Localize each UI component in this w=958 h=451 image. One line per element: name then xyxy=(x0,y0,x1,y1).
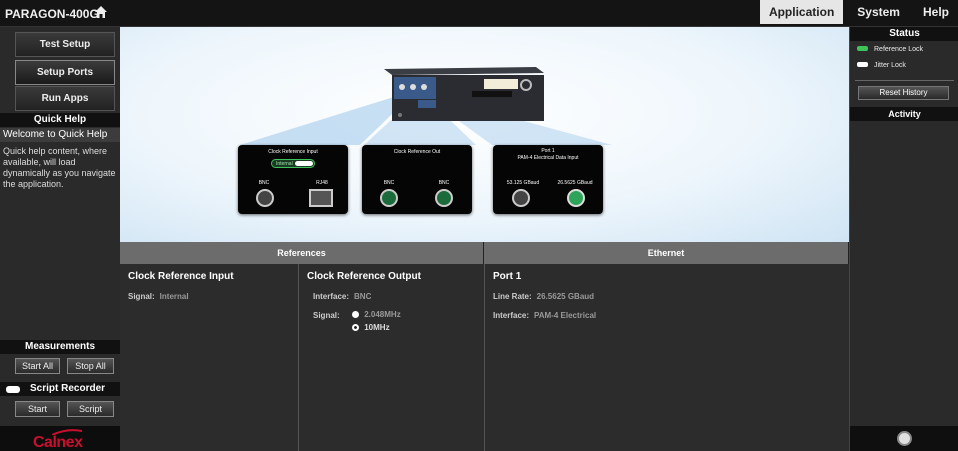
section-tabs: References Ethernet xyxy=(120,242,849,264)
toggle-label: Internal xyxy=(276,161,293,167)
interface-value: PAM-4 Electrical xyxy=(534,311,597,320)
light-beams xyxy=(240,95,612,145)
radio-10mhz[interactable]: 10MHz xyxy=(352,323,390,332)
start-button[interactable]: Start xyxy=(15,401,60,417)
setup-ports-button[interactable]: Setup Ports xyxy=(15,60,115,85)
script-button[interactable]: Script xyxy=(67,401,114,417)
interface-row: Interface: BNC xyxy=(313,292,371,301)
script-recorder-label: Script Recorder xyxy=(30,383,106,394)
signal-value: Internal xyxy=(159,292,189,301)
radio-2048mhz[interactable]: 2.048MHz xyxy=(352,310,401,319)
paragon-device-icon xyxy=(384,67,544,121)
rj48-port-icon[interactable] xyxy=(309,189,333,207)
internal-toggle[interactable]: Internal xyxy=(271,159,315,168)
calnex-logo: Calnex xyxy=(0,426,120,451)
bnc-port-icon[interactable] xyxy=(256,189,274,207)
top-bar: PARAGON-400G Application System Help xyxy=(0,0,958,27)
top-nav: Application System Help xyxy=(759,0,958,27)
port-label: 53.125 GBaud xyxy=(506,180,540,186)
clock-ref-out-card[interactable]: Clock Reference Out BNC BNC xyxy=(362,145,472,214)
line-rate-row: Line Rate: 26.5625 GBaud xyxy=(493,292,594,301)
led-white-icon xyxy=(857,62,868,67)
left-panel: Test Setup Setup Ports Run Apps Quick He… xyxy=(0,27,120,451)
measurements-header: Measurements xyxy=(0,340,120,354)
status-header: Status xyxy=(850,27,958,41)
test-setup-button[interactable]: Test Setup xyxy=(15,32,115,57)
nav-system[interactable]: System xyxy=(843,0,914,24)
script-recorder-toggle[interactable] xyxy=(6,386,20,393)
port-label: 26.5625 GBaud xyxy=(557,180,593,186)
quick-help-header: Quick Help xyxy=(0,113,120,127)
nav-help[interactable]: Help xyxy=(914,0,958,24)
port-label: RJ48 xyxy=(316,180,328,186)
card-title: Clock Reference Input xyxy=(268,149,318,155)
status-label: Jitter Lock xyxy=(874,62,906,69)
reference-lock-status: Reference Lock xyxy=(857,46,923,53)
line-rate-label: Line Rate: xyxy=(493,292,532,301)
bnc-port-icon[interactable] xyxy=(380,189,398,207)
port-label: BNC xyxy=(258,180,270,186)
jitter-lock-status: Jitter Lock xyxy=(857,62,906,69)
app-title: PARAGON-400G xyxy=(5,7,99,21)
logo-text: Calnex xyxy=(33,434,83,451)
port1-card[interactable]: Port 1 PAM-4 Electrical Data Input 53.12… xyxy=(493,145,603,214)
right-panel: Status Reference Lock Jitter Lock Reset … xyxy=(849,27,958,451)
activity-header: Activity xyxy=(850,107,958,121)
column-title: Port 1 xyxy=(493,271,522,282)
clock-ref-input-column: Clock Reference Input Signal: Internal xyxy=(120,264,299,451)
toggle-knob xyxy=(295,161,313,166)
card-title: Port 1 xyxy=(541,148,555,154)
column-title: Clock Reference Input xyxy=(128,271,234,282)
port-label: BNC xyxy=(383,180,395,186)
card-subtitle: PAM-4 Electrical Data Input xyxy=(517,155,579,161)
interface-label: Interface: xyxy=(493,311,530,320)
stop-all-button[interactable]: Stop All xyxy=(67,358,114,374)
quick-help-title: Welcome to Quick Help xyxy=(0,128,120,142)
tab-ethernet[interactable]: Ethernet xyxy=(484,242,849,264)
home-icon[interactable] xyxy=(94,5,108,19)
power-icon[interactable] xyxy=(897,431,912,446)
port-label: BNC xyxy=(438,180,450,186)
signal-label: Signal: xyxy=(313,311,340,320)
divider xyxy=(855,80,954,81)
nav-application[interactable]: Application xyxy=(759,0,844,24)
start-all-button[interactable]: Start All xyxy=(15,358,60,374)
details-panel: Clock Reference Input Signal: Internal Cl… xyxy=(120,264,849,451)
column-title: Clock Reference Output xyxy=(307,271,421,282)
tab-references[interactable]: References xyxy=(120,242,484,264)
signal-row: Signal: Internal xyxy=(128,292,189,301)
reset-history-button[interactable]: Reset History xyxy=(858,86,949,100)
radio-label: 2.048MHz xyxy=(364,310,401,319)
radio-circle-icon[interactable] xyxy=(352,311,359,318)
port-diagram: Clock Reference Input Internal BNC RJ48 … xyxy=(120,27,849,242)
app-root: PARAGON-400G Application System Help Tes… xyxy=(0,0,958,451)
status-label: Reference Lock xyxy=(874,46,924,53)
led-green-icon xyxy=(857,46,868,51)
bnc-port-icon[interactable] xyxy=(435,189,453,207)
interface-label: Interface: xyxy=(313,292,350,301)
port1-column: Port 1 Line Rate: 26.5625 GBaud Interface… xyxy=(485,264,849,451)
radio-selected-icon[interactable] xyxy=(352,324,359,331)
quick-help-body: Quick help content, where available, wil… xyxy=(3,146,116,189)
clock-ref-input-card[interactable]: Clock Reference Input Internal BNC RJ48 xyxy=(238,145,348,214)
interface-value: BNC xyxy=(354,292,372,301)
line-rate-value: 26.5625 GBaud xyxy=(536,292,595,301)
radio-label: 10MHz xyxy=(364,323,390,332)
port-53g-icon[interactable] xyxy=(512,189,530,207)
port-26g-icon[interactable] xyxy=(567,189,585,207)
clock-ref-output-column: Clock Reference Output Interface: BNC Sig… xyxy=(299,264,485,451)
power-area xyxy=(850,426,958,451)
card-title: Clock Reference Out xyxy=(393,149,441,155)
run-apps-button[interactable]: Run Apps xyxy=(15,86,115,111)
interface-row: Interface: PAM-4 Electrical xyxy=(493,311,596,320)
signal-label: Signal: xyxy=(128,292,155,301)
